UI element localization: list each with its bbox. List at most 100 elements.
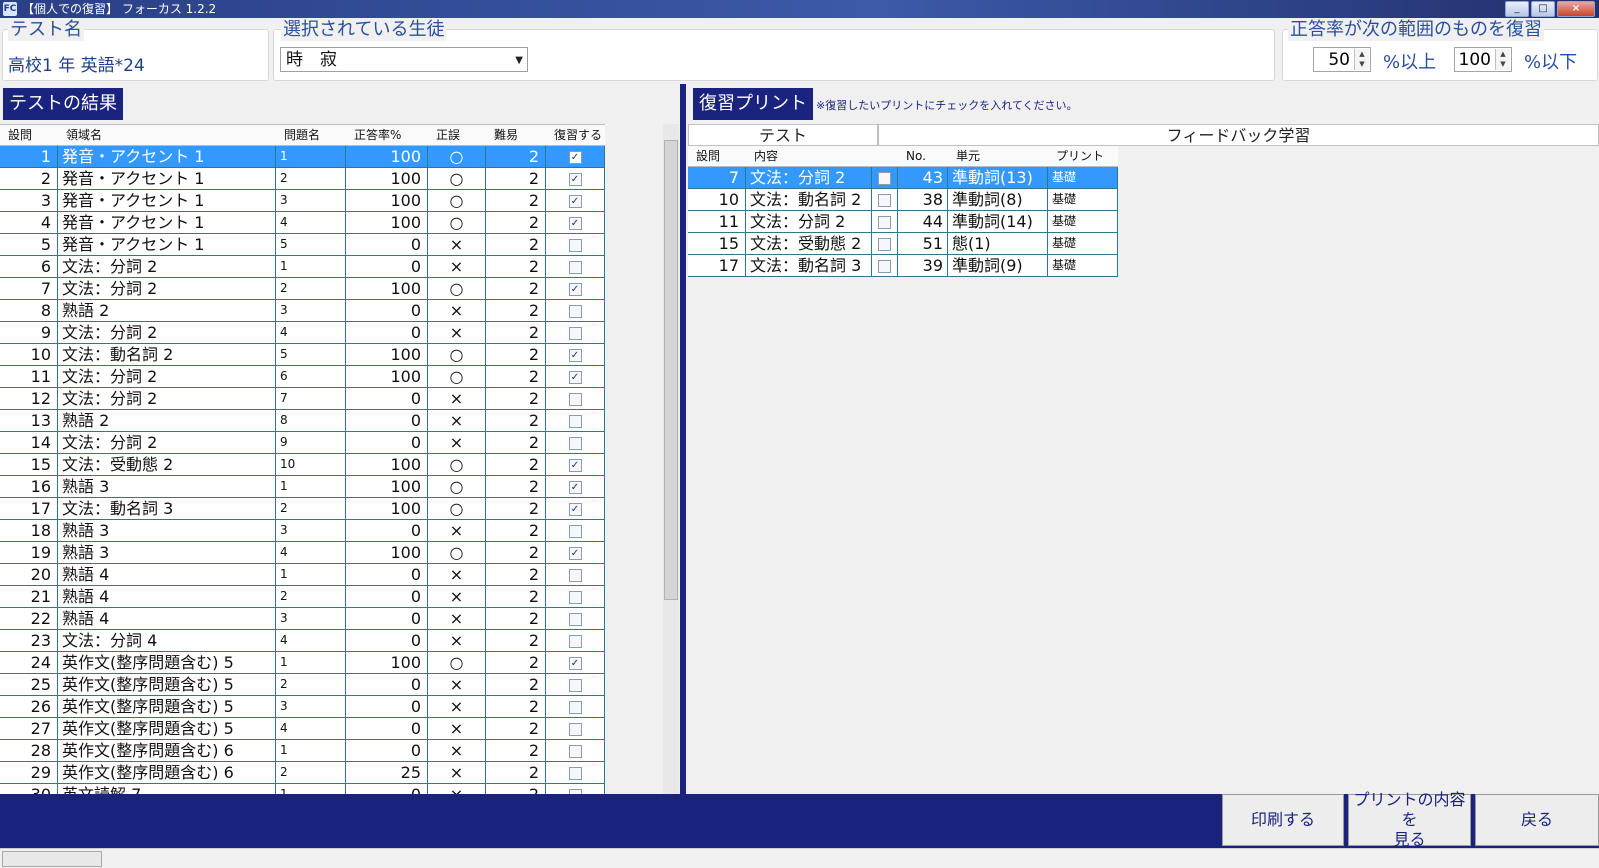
review-checkbox-cell[interactable]: ✓ [546, 476, 605, 497]
review-checkbox[interactable] [568, 437, 582, 450]
review-checkbox[interactable]: ✓ [568, 349, 582, 362]
review-checkbox[interactable] [568, 393, 582, 406]
table-row[interactable]: 28 英作文(整序問題含む) 6 1 0 × 2 [0, 740, 605, 762]
review-checkbox[interactable] [568, 679, 582, 692]
print-button[interactable]: 印刷する [1222, 794, 1344, 846]
table-row[interactable]: 14 文法：分詞 2 9 0 × 2 [0, 432, 605, 454]
review-checkbox-cell[interactable] [546, 696, 605, 717]
review-checkbox[interactable]: ✓ [568, 459, 582, 472]
column-header[interactable]: 問題名 [276, 125, 346, 145]
table-row[interactable]: 11 文法：分詞 2 6 100 ○ 2 ✓ [0, 366, 605, 388]
review-checkbox[interactable] [568, 327, 582, 340]
table-row[interactable]: 12 文法：分詞 2 7 0 × 2 [0, 388, 605, 410]
table-row[interactable]: 10 文法：動名詞 2 5 100 ○ 2 ✓ [0, 344, 605, 366]
review-checkbox[interactable]: ✓ [568, 481, 582, 494]
column-header[interactable]: 領域名 [58, 125, 276, 145]
review-checkbox-cell[interactable]: ✓ [546, 168, 605, 189]
table-row[interactable]: 1 発音・アクセント 1 1 100 ○ 2 ✓ [0, 146, 605, 168]
review-checkbox-cell[interactable] [546, 300, 605, 321]
print-checkbox-cell[interactable] [872, 233, 898, 254]
review-checkbox-cell[interactable] [546, 718, 605, 739]
review-checkbox[interactable]: ✓ [568, 151, 582, 164]
print-checkbox-cell[interactable] [872, 189, 898, 210]
review-checkbox-cell[interactable]: ✓ [546, 146, 605, 167]
review-row[interactable]: 10 文法：動名詞 2 38 準動詞(8) 基礎 [688, 189, 1118, 211]
table-row[interactable]: 13 熟語 2 8 0 × 2 [0, 410, 605, 432]
panel-splitter[interactable] [680, 84, 686, 794]
review-column-header[interactable]: 単元 [948, 146, 1048, 166]
review-checkbox[interactable] [568, 635, 582, 648]
results-scrollbar[interactable] [663, 124, 679, 794]
view-print-button[interactable]: プリントの内容を 見る [1348, 790, 1471, 849]
spinner-arrows-icon[interactable]: ▲ ▼ [1354, 49, 1369, 70]
table-row[interactable]: 25 英作文(整序問題含む) 5 2 0 × 2 [0, 674, 605, 696]
review-checkbox-cell[interactable]: ✓ [546, 454, 605, 475]
review-row[interactable]: 17 文法：動名詞 3 39 準動詞(9) 基礎 [688, 255, 1118, 277]
table-row[interactable]: 19 熟語 3 4 100 ○ 2 ✓ [0, 542, 605, 564]
review-checkbox-cell[interactable] [546, 256, 605, 277]
column-header[interactable]: 設問 [0, 125, 58, 145]
table-row[interactable]: 24 英作文(整序問題含む) 5 1 100 ○ 2 ✓ [0, 652, 605, 674]
review-checkbox[interactable] [568, 701, 582, 714]
table-row[interactable]: 23 文法：分詞 4 4 0 × 2 [0, 630, 605, 652]
review-checkbox[interactable]: ✓ [568, 547, 582, 560]
table-row[interactable]: 3 発音・アクセント 1 3 100 ○ 2 ✓ [0, 190, 605, 212]
review-column-header[interactable]: 設問 [688, 146, 746, 166]
review-checkbox-cell[interactable]: ✓ [546, 278, 605, 299]
review-checkbox[interactable] [568, 745, 582, 758]
review-checkbox[interactable] [568, 239, 582, 252]
back-button[interactable]: 戻る [1475, 794, 1599, 846]
student-select[interactable]: 時 寂 ▼ [280, 47, 528, 72]
review-checkbox[interactable]: ✓ [568, 195, 582, 208]
review-checkbox-cell[interactable]: ✓ [546, 212, 605, 233]
table-row[interactable]: 18 熟語 3 3 0 × 2 [0, 520, 605, 542]
review-checkbox-cell[interactable] [546, 234, 605, 255]
print-checkbox[interactable] [878, 238, 891, 251]
table-row[interactable]: 29 英作文(整序問題含む) 6 2 25 × 2 [0, 762, 605, 784]
review-checkbox-cell[interactable]: ✓ [546, 190, 605, 211]
table-row[interactable]: 6 文法：分詞 2 1 0 × 2 [0, 256, 605, 278]
review-checkbox[interactable] [568, 305, 582, 318]
review-checkbox-cell[interactable] [546, 586, 605, 607]
table-row[interactable]: 9 文法：分詞 2 4 0 × 2 [0, 322, 605, 344]
table-row[interactable]: 22 熟語 4 3 0 × 2 [0, 608, 605, 630]
review-checkbox[interactable]: ✓ [568, 217, 582, 230]
review-checkbox-cell[interactable] [546, 432, 605, 453]
column-header[interactable]: 復習する [546, 125, 605, 145]
review-checkbox[interactable] [568, 569, 582, 582]
review-checkbox-cell[interactable] [546, 564, 605, 585]
range-min-spinner[interactable]: 50 ▲ ▼ [1313, 47, 1371, 72]
review-checkbox-cell[interactable] [546, 322, 605, 343]
column-header[interactable]: 正誤 [428, 125, 486, 145]
review-column-header[interactable]: No. [898, 146, 948, 166]
review-checkbox[interactable]: ✓ [568, 371, 582, 384]
table-row[interactable]: 5 発音・アクセント 1 5 0 × 2 [0, 234, 605, 256]
table-row[interactable]: 4 発音・アクセント 1 4 100 ○ 2 ✓ [0, 212, 605, 234]
print-checkbox-cell[interactable] [872, 167, 898, 188]
print-checkbox-cell[interactable] [872, 255, 898, 276]
review-checkbox-cell[interactable] [546, 740, 605, 761]
review-checkbox-cell[interactable] [546, 410, 605, 431]
review-row[interactable]: 15 文法：受動態 2 51 態(1) 基礎 [688, 233, 1118, 255]
review-checkbox[interactable]: ✓ [568, 173, 582, 186]
review-checkbox-cell[interactable] [546, 674, 605, 695]
scrollbar-thumb[interactable] [664, 140, 678, 600]
review-checkbox[interactable]: ✓ [568, 657, 582, 670]
review-checkbox-cell[interactable]: ✓ [546, 542, 605, 563]
review-checkbox-cell[interactable] [546, 762, 605, 783]
review-checkbox[interactable] [568, 767, 582, 780]
review-checkbox-cell[interactable] [546, 630, 605, 651]
spinner-arrows-icon[interactable]: ▲ ▼ [1495, 49, 1510, 70]
review-checkbox[interactable]: ✓ [568, 503, 582, 516]
review-checkbox[interactable]: ✓ [568, 283, 582, 296]
table-row[interactable]: 20 熟語 4 1 0 × 2 [0, 564, 605, 586]
table-row[interactable]: 8 熟語 2 3 0 × 2 [0, 300, 605, 322]
review-checkbox-cell[interactable]: ✓ [546, 344, 605, 365]
print-checkbox[interactable] [878, 216, 891, 229]
column-header[interactable]: 難易 [486, 125, 546, 145]
print-checkbox[interactable] [878, 194, 891, 207]
review-checkbox[interactable] [568, 525, 582, 538]
table-row[interactable]: 26 英作文(整序問題含む) 5 3 0 × 2 [0, 696, 605, 718]
review-row[interactable]: 11 文法：分詞 2 44 準動詞(14) 基礎 [688, 211, 1118, 233]
review-checkbox-cell[interactable]: ✓ [546, 652, 605, 673]
